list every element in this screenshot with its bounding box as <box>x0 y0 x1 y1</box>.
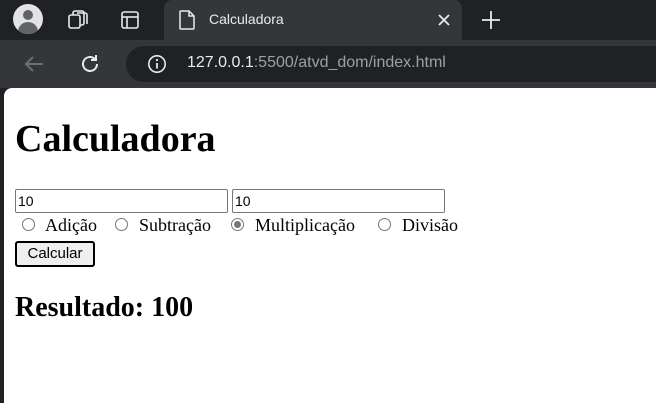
info-icon[interactable] <box>147 54 167 74</box>
label-multiplicacao: Multiplicação <box>255 215 355 235</box>
page-content: Calculadora Adição Subtração Multiplicaç… <box>4 88 656 403</box>
second-number-input[interactable] <box>232 189 445 213</box>
address-bar[interactable]: 127.0.0.1:5500/atvd_dom/index.html <box>126 46 656 82</box>
back-arrow-icon[interactable] <box>22 52 46 76</box>
radio-divisao[interactable] <box>378 218 391 231</box>
document-icon <box>179 10 195 35</box>
browser-toolbar: 127.0.0.1:5500/atvd_dom/index.html <box>0 40 656 88</box>
close-icon[interactable] <box>436 12 452 28</box>
tab-title: Calculadora <box>209 11 284 27</box>
reload-icon[interactable] <box>78 52 102 76</box>
active-tab[interactable]: Calculadora <box>164 0 462 40</box>
label-subtracao: Subtração <box>139 215 211 235</box>
tab-strip: Calculadora <box>0 0 656 40</box>
radio-adicao[interactable] <box>22 218 35 231</box>
tab-groups-icon[interactable] <box>66 8 90 32</box>
calculate-button[interactable]: Calcular <box>15 241 95 267</box>
page-title: Calculadora <box>15 118 216 160</box>
url-text: 127.0.0.1:5500/atvd_dom/index.html <box>187 54 446 72</box>
radio-multiplicacao[interactable] <box>231 218 244 231</box>
url-path: :5500/atvd_dom/index.html <box>253 54 446 71</box>
plus-icon[interactable] <box>479 8 503 32</box>
browser-window: Calculadora 127.0.0.1:5500/atvd_dom/inde… <box>0 0 656 403</box>
label-divisao: Divisão <box>402 215 458 235</box>
radio-subtracao[interactable] <box>115 218 128 231</box>
first-number-input[interactable] <box>15 189 228 213</box>
tab-actions-icon[interactable] <box>118 8 142 32</box>
profile-avatar-icon[interactable] <box>13 4 43 34</box>
label-adicao: Adição <box>45 215 97 235</box>
result-text: Resultado: 100 <box>15 292 194 323</box>
url-host: 127.0.0.1 <box>187 54 254 71</box>
